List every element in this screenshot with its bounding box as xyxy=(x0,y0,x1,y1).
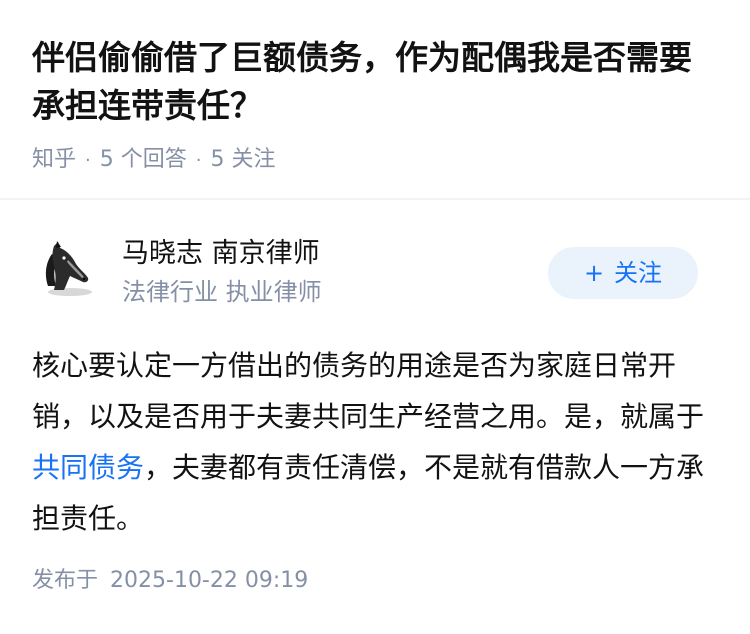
source-label[interactable]: 知乎 xyxy=(32,147,76,172)
answer-link-common-debt[interactable]: 共同债务 xyxy=(32,451,144,484)
author-headline: 法律行业 执业律师 xyxy=(122,278,322,306)
author-avatar[interactable] xyxy=(36,240,96,300)
answer-text: 核心要认定一方借出的债务的用途是否为家庭日常开销，以及是否用于夫妻共同生产经营之… xyxy=(32,349,705,433)
question-meta: 知乎 · 5 个回答 · 5 关注 xyxy=(32,144,275,177)
answer-count[interactable]: 5 个回答 xyxy=(100,147,187,172)
horse-avatar-icon xyxy=(36,240,96,300)
published-info: 发布于 2025-10-22 09:19 xyxy=(32,565,308,597)
published-date: 2025-10-22 09:19 xyxy=(110,568,309,593)
question-title[interactable]: 伴侣偷偷借了巨额债务，作为配偶我是否需要承担连带责任？ xyxy=(32,34,722,130)
answer-content: 核心要认定一方借出的债务的用途是否为家庭日常开销，以及是否用于夫妻共同生产经营之… xyxy=(32,340,718,544)
follow-button-label: 关注 xyxy=(614,259,663,287)
section-divider xyxy=(0,198,750,200)
plus-icon: + xyxy=(583,259,605,287)
follow-button[interactable]: + 关注 xyxy=(548,247,698,299)
author-name[interactable]: 马晓志 南京律师 xyxy=(122,235,320,273)
zhihu-answer-page: 伴侣偷偷借了巨额债务，作为配偶我是否需要承担连带责任？ 知乎 · 5 个回答 · 5 关… xyxy=(0,0,750,634)
meta-separator: · xyxy=(195,150,202,171)
published-label: 发布于 xyxy=(32,568,99,593)
follower-count[interactable]: 5 关注 xyxy=(210,147,275,172)
meta-separator: · xyxy=(85,150,91,171)
